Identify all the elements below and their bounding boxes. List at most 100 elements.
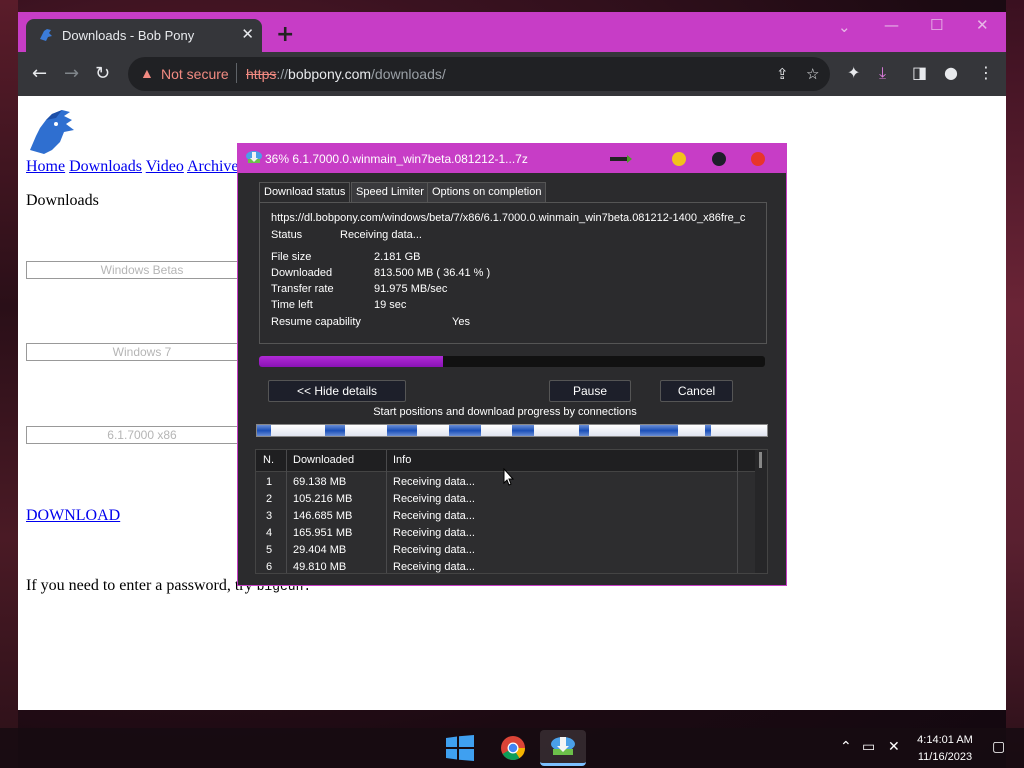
- menu-icon[interactable]: ⋮: [978, 63, 994, 82]
- security-label[interactable]: Not secure: [161, 66, 229, 82]
- row-n: 6: [266, 561, 273, 573]
- row-info: Receiving data...: [393, 527, 475, 539]
- table-scrollbar[interactable]: [755, 450, 767, 573]
- browser-toolbar: ← → ↻ ▲ Not secure https://bobpony.com/d…: [18, 52, 1006, 96]
- maximize-button[interactable]: ☐: [930, 16, 943, 34]
- share-icon[interactable]: ⇪: [776, 65, 789, 83]
- profile-avatar-icon[interactable]: ●: [944, 63, 958, 82]
- status-label: Status: [271, 229, 303, 241]
- dialog-close-icon[interactable]: [751, 152, 765, 166]
- tab-options-on-completion[interactable]: Options on completion: [427, 182, 547, 202]
- row-n: 4: [266, 527, 273, 539]
- time-left-value: 19 sec: [374, 299, 407, 311]
- idm-taskbar-button[interactable]: [540, 730, 586, 766]
- url-path: /downloads/: [371, 66, 446, 82]
- nav-link-archive[interactable]: Archive: [187, 158, 239, 175]
- connection-segment: [257, 425, 271, 436]
- download-url: https://dl.bobpony.com/windows/beta/7/x8…: [271, 212, 746, 224]
- time-left-label: Time left: [271, 299, 313, 311]
- idm-app-icon: [246, 151, 262, 163]
- site-nav: Home Downloads Video Archive: [26, 158, 239, 176]
- close-button[interactable]: ✕: [976, 16, 989, 34]
- nav-link-home[interactable]: Home: [26, 158, 65, 175]
- row-info: Receiving data...: [393, 544, 475, 556]
- windows-logo-icon: [446, 735, 474, 761]
- password-hint-text: If you need to enter a password, try: [26, 577, 257, 594]
- dialog-minimize-icon[interactable]: [672, 152, 686, 166]
- file-size-label: File size: [271, 251, 312, 263]
- hide-details-button[interactable]: << Hide details: [268, 380, 406, 402]
- url-scheme: https: [246, 66, 277, 82]
- table-row[interactable]: 4 165.951 MB Receiving data...: [256, 525, 746, 542]
- url-text[interactable]: https://bobpony.com/downloads/: [246, 66, 446, 82]
- row-info: Receiving data...: [393, 476, 475, 488]
- row-downloaded: 69.138 MB: [293, 476, 347, 488]
- connection-segment: [512, 425, 534, 436]
- cancel-button[interactable]: Cancel: [660, 380, 733, 402]
- system-clock[interactable]: 4:14:01 AM 11/16/2023: [910, 732, 980, 766]
- bobpony-favicon-icon: [40, 29, 52, 41]
- dialog-titlebar[interactable]: 36% 6.1.7000.0.winmain_win7beta.081212-1…: [238, 144, 786, 173]
- warning-icon: ▲: [140, 65, 154, 81]
- table-row[interactable]: 2 105.216 MB Receiving data...: [256, 491, 746, 508]
- row-downloaded: 49.810 MB: [293, 561, 347, 573]
- table-row[interactable]: 3 146.685 MB Receiving data...: [256, 508, 746, 525]
- tab-search-icon[interactable]: ⌄: [838, 18, 851, 36]
- idm-download-dialog: 36% 6.1.7000.0.winmain_win7beta.081212-1…: [237, 143, 787, 586]
- clock-time: 4:14:01 AM: [917, 734, 973, 746]
- row-n: 5: [266, 544, 273, 556]
- download-link[interactable]: DOWNLOAD: [26, 507, 120, 525]
- connections-progress-bar: [256, 424, 768, 437]
- scrollbar-thumb[interactable]: [759, 452, 762, 468]
- show-hidden-icons-icon[interactable]: ⌃: [840, 739, 852, 755]
- back-icon[interactable]: ←: [32, 63, 47, 84]
- chrome-taskbar-button[interactable]: [490, 730, 536, 766]
- downloads-icon[interactable]: ⤓: [879, 63, 886, 83]
- connection-segment: [387, 425, 417, 436]
- minimize-button[interactable]: —: [884, 16, 899, 34]
- windows-taskbar: ⌃ ▭ ✕ 4:14:01 AM 11/16/2023 ▢: [0, 728, 1024, 768]
- select-category[interactable]: Windows Betas: [26, 261, 258, 279]
- header-downloaded[interactable]: Downloaded: [293, 454, 354, 466]
- tab-speed-limiter[interactable]: Speed Limiter: [351, 182, 429, 202]
- select-version[interactable]: Windows 7: [26, 343, 258, 361]
- address-bar[interactable]: ▲ Not secure https://bobpony.com/downloa…: [128, 57, 830, 91]
- dialog-maximize-icon[interactable]: [712, 152, 726, 166]
- start-button[interactable]: [437, 730, 483, 766]
- bobpony-logo[interactable]: [26, 106, 78, 158]
- select-build[interactable]: 6.1.7000 x86: [26, 426, 258, 444]
- header-info[interactable]: Info: [393, 454, 411, 466]
- tab-download-status[interactable]: Download status: [259, 182, 351, 203]
- pause-button[interactable]: Pause: [549, 380, 631, 402]
- header-n[interactable]: N.: [263, 454, 274, 466]
- table-row[interactable]: 6 49.810 MB Receiving data...: [256, 559, 746, 573]
- tab-downloads[interactable]: Downloads - Bob Pony ✕: [26, 19, 262, 52]
- extensions-icon[interactable]: ✦: [847, 63, 860, 82]
- clock-date: 11/16/2023: [917, 751, 973, 763]
- reload-icon[interactable]: ↻: [95, 63, 110, 84]
- page-heading: Downloads: [26, 192, 99, 209]
- desktop-wallpaper-left: [0, 0, 18, 768]
- side-panel-icon[interactable]: ◨: [912, 63, 927, 82]
- network-icon[interactable]: ▭: [862, 739, 875, 755]
- table-row[interactable]: 5 29.404 MB Receiving data...: [256, 542, 746, 559]
- row-downloaded: 165.951 MB: [293, 527, 353, 539]
- downloaded-value: 813.500 MB ( 36.41 % ): [374, 267, 491, 279]
- tab-title: Downloads - Bob Pony: [62, 28, 195, 43]
- nav-link-video[interactable]: Video: [146, 158, 184, 175]
- url-host: bobpony.com: [288, 66, 372, 82]
- file-size-value: 2.181 GB: [374, 251, 421, 263]
- row-n: 3: [266, 510, 273, 522]
- tab-close-icon[interactable]: ✕: [241, 25, 254, 43]
- status-panel: https://dl.bobpony.com/windows/beta/7/x8…: [259, 202, 767, 344]
- connection-segment: [705, 425, 711, 436]
- notifications-icon[interactable]: ▢: [992, 739, 1005, 755]
- volume-muted-icon[interactable]: ✕: [888, 739, 900, 755]
- table-row[interactable]: 1 69.138 MB Receiving data...: [256, 474, 746, 491]
- new-tab-button[interactable]: +: [276, 22, 294, 47]
- bookmark-star-icon[interactable]: ☆: [806, 65, 819, 83]
- nav-link-downloads[interactable]: Downloads: [69, 158, 142, 175]
- forward-icon[interactable]: →: [64, 63, 79, 84]
- row-n: 2: [266, 493, 273, 505]
- resume-capability-label: Resume capability: [271, 316, 361, 328]
